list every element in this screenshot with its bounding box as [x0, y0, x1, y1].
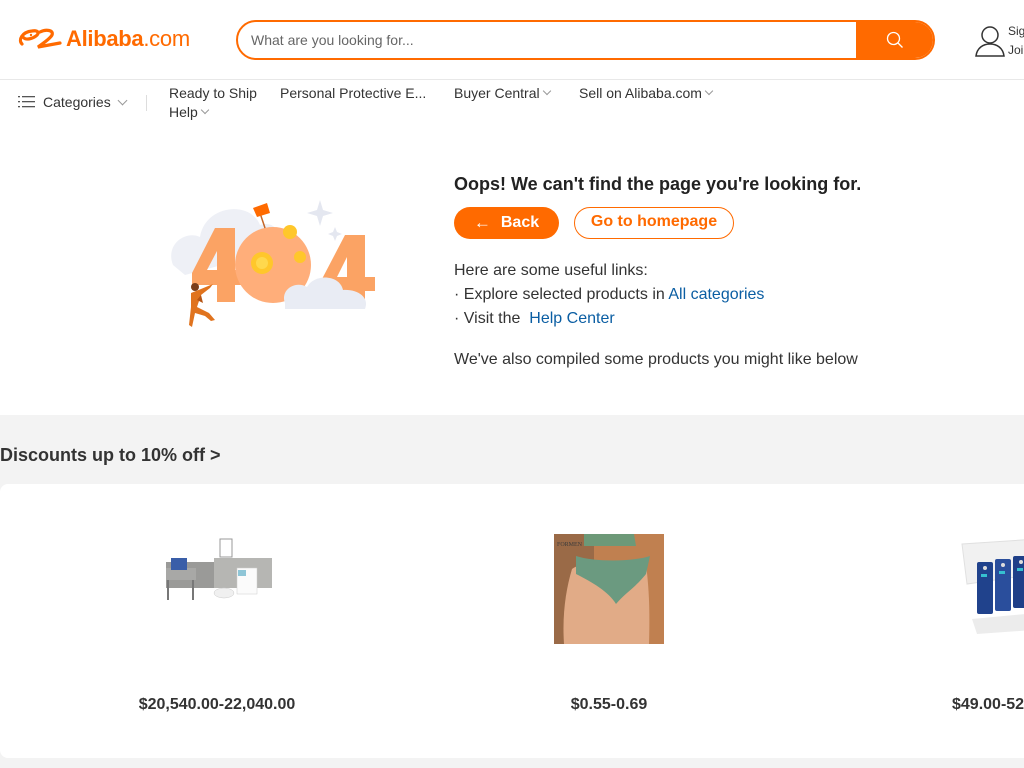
error-title: Oops! We can't find the page you're look… — [454, 174, 862, 194]
product-image-underwear: FORMEN — [554, 534, 664, 644]
nav-item-label: Buyer Central — [454, 85, 540, 101]
join-free-link[interactable]: Join Free — [1008, 41, 1024, 60]
nav-item-label: Ready to Ship — [169, 85, 257, 101]
chevron-down-icon — [117, 95, 128, 105]
nav-item-label: Sell on Alibaba.com — [579, 85, 702, 101]
chevron-down-icon — [704, 86, 714, 96]
links-intro: Here are some useful links: — [454, 262, 648, 279]
product-price: $20,540.00-22,040.00 — [138, 696, 296, 713]
nav-item-buyer-central[interactable]: Buyer Central — [454, 85, 551, 101]
all-categories-link[interactable]: All categories — [668, 286, 764, 303]
links-row-help: · Visit the Help Center — [454, 307, 764, 331]
go-to-homepage-button[interactable]: Go to homepage — [574, 207, 734, 239]
back-button[interactable]: ← Back — [454, 207, 559, 239]
product-item[interactable]: FORMEN $0.55-0.69 — [554, 484, 664, 714]
svg-text:FORMEN: FORMEN — [557, 542, 583, 548]
nav-item-help[interactable]: Help — [169, 104, 210, 120]
arrow-left-icon: ← — [473, 213, 491, 232]
product-item[interactable]: $49.00-52 — [952, 484, 1024, 714]
useful-links: Here are some useful links: · Explore se… — [454, 259, 764, 331]
user-icon — [975, 26, 1005, 57]
chevron-down-icon — [200, 105, 210, 115]
discounts-title-link[interactable]: Discounts up to 10% off > — [0, 445, 221, 466]
links-row-categories: · Explore selected products in All categ… — [454, 283, 764, 307]
product-price: $0.55-0.69 — [570, 696, 648, 713]
header: Alibaba.com Sign in Join Free — [0, 0, 1024, 80]
nav-divider — [146, 95, 147, 111]
product-item[interactable]: $20,540.00-22,040.00 — [136, 484, 298, 714]
back-label: Back — [500, 214, 540, 231]
alibaba-logo[interactable]: Alibaba.com — [16, 26, 190, 52]
product-image-mask-machine — [162, 534, 272, 644]
list-icon — [18, 96, 35, 108]
sign-in-link[interactable]: Sign in — [1008, 22, 1024, 41]
link-prefix: · Visit the — [454, 310, 521, 327]
discounts-product-card: $20,540.00-22,040.00 FORMEN $0.55-0.69 $… — [0, 484, 1024, 758]
account-menu[interactable]: Sign in Join Free — [974, 22, 1024, 60]
categories-menu[interactable]: Categories — [18, 94, 128, 110]
nav-item-personal-protective[interactable]: Personal Protective E... — [280, 85, 426, 101]
chevron-down-icon — [542, 86, 551, 96]
nav-item-label: Help — [169, 104, 198, 120]
nav-bar: Categories Ready to Ship Personal Protec… — [0, 81, 1024, 131]
logo-text: Alibaba.com — [66, 26, 190, 51]
product-price: $49.00-52 — [952, 696, 1024, 713]
alibaba-logo-icon — [18, 28, 62, 49]
nav-item-sell-on-alibaba[interactable]: Sell on Alibaba.com — [579, 85, 714, 101]
404-illustration — [171, 200, 375, 327]
nav-item-label: Personal Protective E... — [280, 85, 427, 101]
nav-item-ready-to-ship[interactable]: Ready to Ship — [169, 85, 257, 101]
search-button[interactable] — [856, 22, 933, 58]
link-prefix: · Explore selected products in — [454, 286, 665, 303]
search-icon — [886, 31, 903, 48]
search-bar — [236, 20, 935, 60]
recommendation-note: We've also compiled some products you mi… — [454, 351, 858, 368]
product-image-battery-cells — [957, 534, 1024, 644]
search-input[interactable] — [238, 22, 856, 58]
help-center-link[interactable]: Help Center — [529, 310, 614, 327]
categories-label: Categories — [43, 94, 111, 110]
